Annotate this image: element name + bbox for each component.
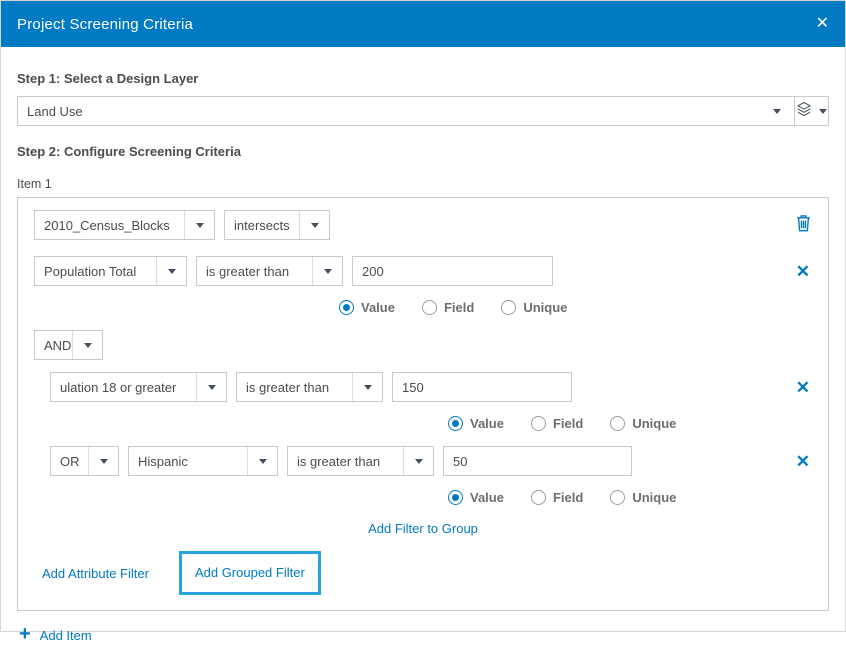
add-filter-to-group-container: Add Filter to Group — [34, 520, 812, 538]
filter3-logic-value: OR — [51, 447, 88, 475]
item1-label: Item 1 — [17, 177, 829, 191]
filter1-operator-dropdown[interactable]: is greater than — [196, 256, 343, 286]
spatial-layer-dropdown[interactable]: 2010_Census_Blocks — [34, 210, 215, 240]
chevron-down-icon — [299, 211, 329, 239]
filter1-field-dropdown[interactable]: Population Total — [34, 256, 187, 286]
dialog-content: Step 1: Select a Design Layer Land Use S… — [1, 47, 845, 644]
radio-unselected-icon — [610, 490, 625, 505]
filter3-field-value: Hispanic — [129, 447, 247, 475]
filter3-radio-value[interactable]: Value — [448, 490, 504, 505]
add-grouped-filter-link[interactable]: Add Grouped Filter — [195, 565, 305, 580]
group-logic-dropdown[interactable]: AND — [34, 330, 103, 360]
remove-filter1-button[interactable]: ✕ — [794, 263, 812, 280]
chevron-down-icon — [247, 447, 277, 475]
filter1-radio-row: Value Field Unique — [339, 300, 812, 315]
chevron-down-icon — [156, 257, 186, 285]
filter-links-row: Add Attribute Filter Add Grouped Filter — [34, 550, 812, 596]
filter2-operator-value: is greater than — [237, 373, 352, 401]
radio-field-label: Field — [553, 416, 583, 431]
radio-value-label: Value — [470, 416, 504, 431]
radio-field-label: Field — [553, 490, 583, 505]
remove-filter3-button[interactable]: ✕ — [794, 453, 812, 470]
radio-unselected-icon — [610, 416, 625, 431]
filter1-radio-field[interactable]: Field — [422, 300, 474, 315]
radio-selected-icon — [448, 490, 463, 505]
design-layer-select[interactable]: Land Use — [17, 96, 829, 126]
attribute-filter-row-1: Population Total is greater than ✕ — [34, 256, 812, 286]
filter3-logic-dropdown[interactable]: OR — [50, 446, 119, 476]
dialog-header: Project Screening Criteria ✕ — [1, 1, 845, 47]
filter1-operator-value: is greater than — [197, 257, 312, 285]
remove-filter2-button[interactable]: ✕ — [794, 379, 812, 396]
plus-icon: + — [19, 624, 31, 644]
radio-unselected-icon — [531, 490, 546, 505]
chevron-down-icon — [88, 447, 118, 475]
dialog-title: Project Screening Criteria — [17, 16, 193, 33]
radio-unselected-icon — [422, 300, 437, 315]
radio-value-label: Value — [361, 300, 395, 315]
close-icon[interactable]: ✕ — [816, 16, 829, 32]
chevron-down-icon — [72, 331, 102, 359]
radio-selected-icon — [448, 416, 463, 431]
trash-icon — [795, 214, 812, 237]
filter2-field-dropdown[interactable]: ulation 18 or greater — [50, 372, 227, 402]
radio-value-label: Value — [470, 490, 504, 505]
design-layer-value: Land Use — [18, 97, 760, 125]
radio-unique-label: Unique — [523, 300, 567, 315]
chevron-down-icon — [312, 257, 342, 285]
spatial-operator-value: intersects — [225, 211, 299, 239]
filter2-radio-value[interactable]: Value — [448, 416, 504, 431]
filter2-radio-row: Value Field Unique — [448, 416, 812, 431]
filter2-radio-field[interactable]: Field — [531, 416, 583, 431]
filter2-radio-unique[interactable]: Unique — [610, 416, 676, 431]
grouped-filters: ulation 18 or greater is greater than ✕ … — [50, 372, 812, 505]
filter1-field-value: Population Total — [35, 257, 156, 285]
spatial-operator-dropdown[interactable]: intersects — [224, 210, 330, 240]
filter2-value-input[interactable] — [392, 372, 572, 402]
chevron-down-icon[interactable] — [760, 97, 794, 125]
chevron-down-icon — [352, 373, 382, 401]
group-logic-value: AND — [35, 331, 72, 359]
step1-label: Step 1: Select a Design Layer — [17, 71, 829, 86]
filter1-value-input[interactable] — [352, 256, 553, 286]
radio-unselected-icon — [501, 300, 516, 315]
delete-item-button[interactable] — [795, 214, 812, 237]
radio-unique-label: Unique — [632, 416, 676, 431]
tutorial-highlight-box: Add Grouped Filter — [179, 551, 321, 595]
layers-icon — [796, 101, 812, 122]
attribute-filter-row-2: ulation 18 or greater is greater than ✕ — [50, 372, 812, 402]
add-item-button[interactable]: + Add Item — [19, 626, 829, 644]
filter3-radio-row: Value Field Unique — [448, 490, 812, 505]
attribute-filter-row-3: OR Hispanic is greater than ✕ — [50, 446, 812, 476]
filter3-operator-value: is greater than — [288, 447, 403, 475]
chevron-down-icon — [819, 109, 827, 114]
filter1-radio-value[interactable]: Value — [339, 300, 395, 315]
chevron-down-icon — [184, 211, 214, 239]
radio-field-label: Field — [444, 300, 474, 315]
group-logic-row: AND — [34, 330, 812, 360]
add-attribute-filter-link[interactable]: Add Attribute Filter — [42, 566, 149, 581]
add-item-label: Add Item — [40, 628, 92, 643]
project-screening-dialog: Project Screening Criteria ✕ Step 1: Sel… — [0, 0, 846, 632]
radio-unselected-icon — [531, 416, 546, 431]
layer-picker-button[interactable] — [794, 97, 828, 125]
radio-unique-label: Unique — [632, 490, 676, 505]
filter2-field-value: ulation 18 or greater — [51, 373, 196, 401]
chevron-down-icon — [196, 373, 226, 401]
add-filter-to-group-link[interactable]: Add Filter to Group — [368, 521, 478, 536]
spatial-layer-value: 2010_Census_Blocks — [35, 211, 184, 239]
step2-label: Step 2: Configure Screening Criteria — [17, 144, 829, 159]
filter3-value-input[interactable] — [443, 446, 632, 476]
filter3-radio-field[interactable]: Field — [531, 490, 583, 505]
radio-selected-icon — [339, 300, 354, 315]
chevron-down-icon — [403, 447, 433, 475]
filter3-radio-unique[interactable]: Unique — [610, 490, 676, 505]
filter3-operator-dropdown[interactable]: is greater than — [287, 446, 434, 476]
filter2-operator-dropdown[interactable]: is greater than — [236, 372, 383, 402]
filter3-field-dropdown[interactable]: Hispanic — [128, 446, 278, 476]
filter1-radio-unique[interactable]: Unique — [501, 300, 567, 315]
spatial-filter-row: 2010_Census_Blocks intersects — [34, 210, 812, 240]
item1-box: 2010_Census_Blocks intersects — [17, 197, 829, 611]
